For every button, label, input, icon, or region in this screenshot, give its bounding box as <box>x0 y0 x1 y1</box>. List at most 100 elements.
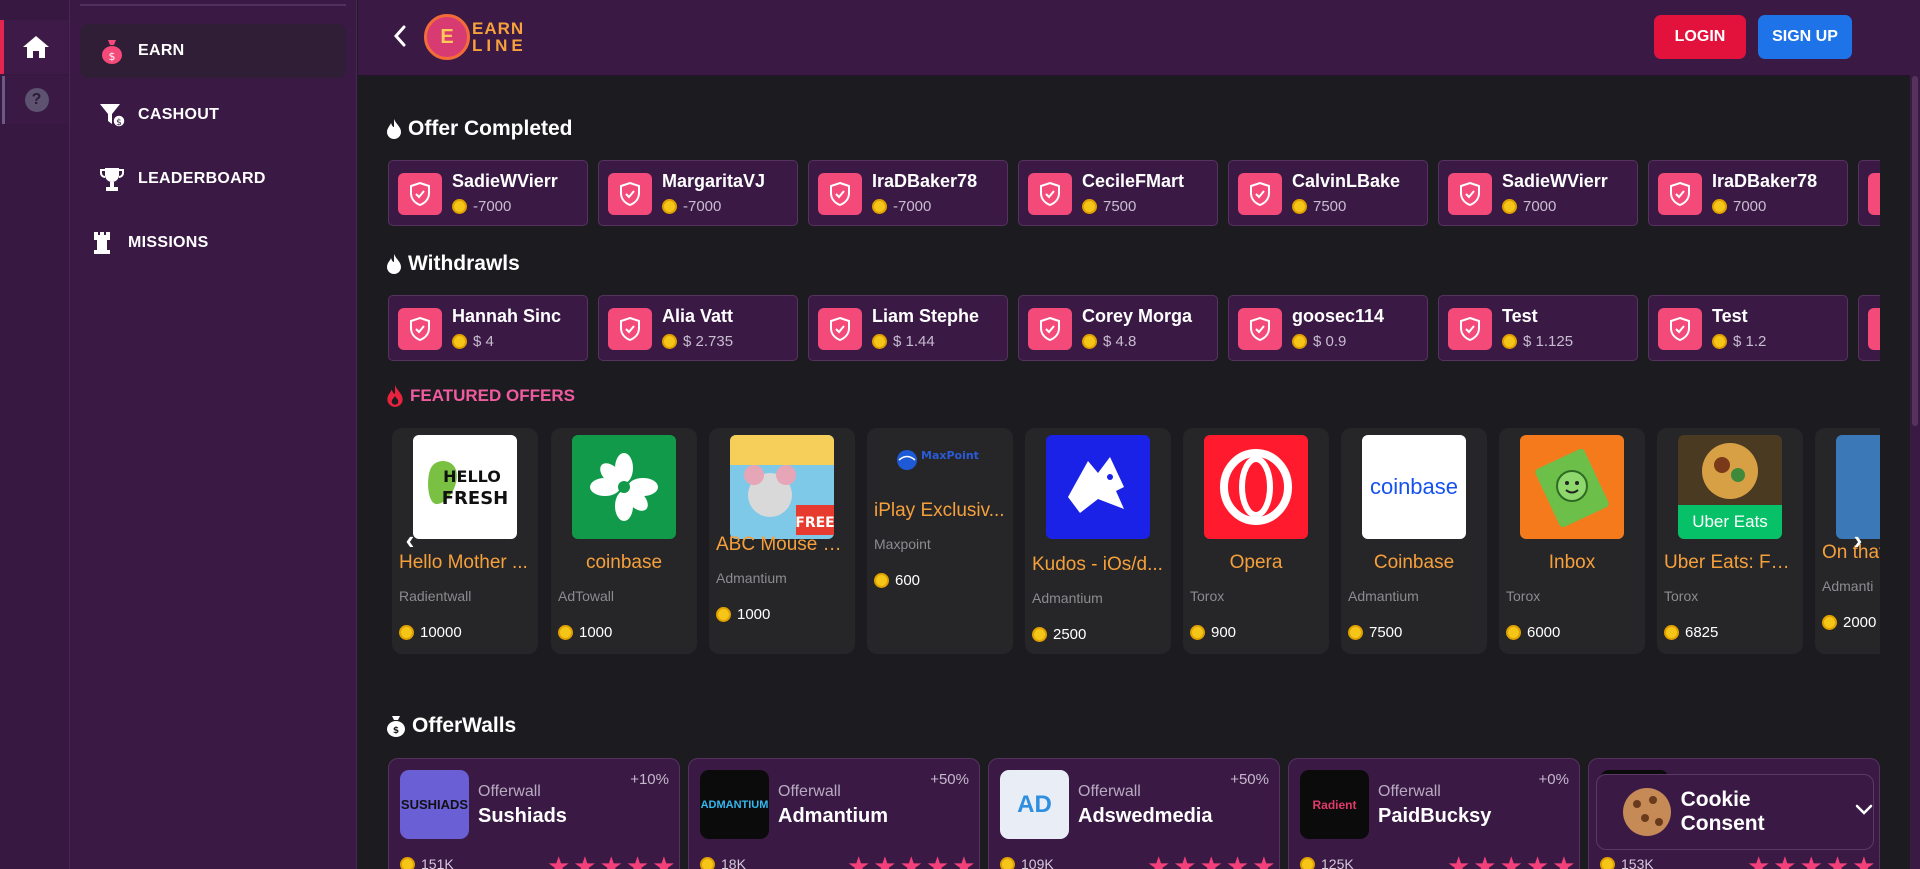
offer-card[interactable]: Opera Torox 900 <box>1183 428 1329 654</box>
offer-provider: Admantium <box>716 570 787 586</box>
offer-card[interactable]: coinbase AdTowall 1000 <box>551 428 697 654</box>
money-bag-icon: $ <box>386 715 406 737</box>
offer-points-value: 2500 <box>1053 626 1087 643</box>
ticker-name: Corey Morga <box>1082 306 1193 326</box>
offerwall-bonus: +50% <box>1230 771 1269 788</box>
offer-provider: Torox <box>1506 588 1541 604</box>
coin-icon <box>1712 334 1727 349</box>
offer-card[interactable]: Uber Eats Uber Eats: Fo... Torox 6825 <box>1657 428 1803 654</box>
offer-card[interactable]: FREE ABC Mouse Fr... Admantium 1000 <box>709 428 855 654</box>
ticker-card: Test $ 1.2 <box>1648 295 1848 361</box>
signup-button[interactable]: SIGN UP <box>1758 15 1852 59</box>
section-title: Offer Completed <box>408 117 573 140</box>
sidebar-item-label: EARN <box>138 42 185 59</box>
ticker-name: SadieWVierr <box>1502 171 1608 191</box>
offer-image: coinbase <box>1362 435 1466 539</box>
help-button[interactable]: ? <box>2 76 68 124</box>
back-button[interactable] <box>386 22 414 50</box>
chevron-down-icon[interactable] <box>1855 803 1873 821</box>
section-title: Withdrawls <box>408 252 520 275</box>
sidebar-item-label: LEADERBOARD <box>138 170 266 187</box>
offer-image: FREE <box>730 435 834 539</box>
ticker-amount: 7500 <box>1292 198 1346 215</box>
ticker-amount-value: -7000 <box>893 198 932 215</box>
offer-card[interactable]: MaxPoint iPlay Exclusiv... Maxpoint 600 <box>867 428 1013 654</box>
offer-points-value: 7500 <box>1369 624 1403 641</box>
offerwall-card[interactable]: SUSHIADS Offerwall Sushiads +10% ★★★★★ 1… <box>388 758 680 869</box>
home-button[interactable] <box>0 20 68 74</box>
offerwall-card[interactable]: AD Offerwall Adswedmedia +50% ★★★★★ 109K <box>988 758 1280 869</box>
login-button[interactable]: LOGIN <box>1654 15 1746 59</box>
ticker-amount-value: $ 4.8 <box>1103 333 1137 350</box>
ticker-amount-value: 7500 <box>1313 198 1347 215</box>
shield-icon <box>1448 308 1492 350</box>
carousel-next-button[interactable]: › <box>1846 525 1870 555</box>
ticker-name: IraDBaker78 <box>1712 171 1818 191</box>
ticker-name: CecileFMart <box>1082 171 1185 191</box>
svg-text:MaxPoint: MaxPoint <box>921 449 979 462</box>
rating-stars: ★★★★★ <box>847 851 979 869</box>
sidebar-item-missions[interactable]: MISSIONS <box>80 216 346 270</box>
cookie-consent-banner[interactable]: Cookie Consent <box>1596 774 1874 850</box>
ticker-amount-value: 7000 <box>1733 198 1767 215</box>
ticker-card: CecileFMart 7500 <box>1018 160 1218 226</box>
ticker-name: Test <box>1712 306 1748 326</box>
sidebar-item-cashout[interactable]: $ CASHOUT <box>80 88 346 142</box>
offerwall-users-value: 153K <box>1621 856 1654 869</box>
featured-offers-heading: FEATURED OFFERS <box>386 384 575 408</box>
offer-points: 1000 <box>716 606 770 623</box>
ticker-name: SadieWVierr <box>452 171 558 191</box>
carousel-prev-button[interactable]: ‹ <box>398 525 422 555</box>
sidebar-item-label: MISSIONS <box>128 234 209 251</box>
page-scrollbar[interactable] <box>1910 0 1920 869</box>
offer-points: 2500 <box>1032 626 1086 643</box>
shield-icon <box>1028 308 1072 350</box>
shield-icon <box>1238 173 1282 215</box>
sidebar-item-earn[interactable]: $ EARN <box>80 24 346 78</box>
ticker-amount-value: 7500 <box>1103 198 1137 215</box>
offer-card[interactable]: Inbox Torox 6000 <box>1499 428 1645 654</box>
coin-icon <box>662 199 677 214</box>
offerwall-users-value: 151K <box>421 856 454 869</box>
offer-title: Coinbase <box>1373 552 1455 573</box>
ticker-amount: $ 4.8 <box>1082 333 1136 350</box>
logo[interactable]: E EARN LINE <box>424 14 527 60</box>
offer-card[interactable]: Kudos - iOs/d... Admantium 2500 <box>1025 428 1171 654</box>
offerwall-name: Sushiads <box>478 805 567 827</box>
sidebar: $ EARN $ CASHOUT LEADERBOARD MISSIONS <box>70 0 357 869</box>
ticker-amount-value: $ 4 <box>473 333 494 350</box>
offer-title: Opera <box>1229 552 1283 573</box>
offer-provider: AdTowall <box>558 588 615 604</box>
offerwall-card[interactable]: ADMANTIUM Offerwall Admantium +50% ★★★★★… <box>688 758 980 869</box>
offer-image <box>1836 435 1880 539</box>
offer-image <box>1520 435 1624 539</box>
logo-line1: EARN <box>472 19 525 38</box>
cashout-icon: $ <box>92 101 132 129</box>
offer-points-value: 1000 <box>737 606 771 623</box>
sidebar-item-leaderboard[interactable]: LEADERBOARD <box>80 152 346 206</box>
svg-text:$: $ <box>393 726 399 736</box>
section-title: FEATURED OFFERS <box>410 386 575 405</box>
ticker-card: SadieWVierr 7000 <box>1438 160 1638 226</box>
offer-card[interactable]: coinbase Coinbase Admantium 7500 <box>1341 428 1487 654</box>
shield-icon <box>1028 173 1072 215</box>
shield-icon <box>608 173 652 215</box>
offer-provider: Admantium <box>1032 590 1103 606</box>
offer-title: coinbase <box>585 552 663 573</box>
coin-icon <box>1506 625 1521 640</box>
shield-icon <box>1658 308 1702 350</box>
shield-icon <box>398 173 442 215</box>
coin-icon <box>872 334 887 349</box>
offerwall-bonus: +50% <box>930 771 969 788</box>
ticker-amount: $ 4 <box>452 333 494 350</box>
chevron-left-icon <box>393 25 406 47</box>
icon-rail: ? <box>0 0 70 869</box>
ticker-card: IraDBaker78 -7000 <box>808 160 1008 226</box>
offerwall-bonus: +10% <box>630 771 669 788</box>
section-title: OfferWalls <box>412 714 517 737</box>
ticker-name: Hannah Sinc <box>452 306 562 326</box>
offerwall-card[interactable]: Radient Offerwall PaidBucksy +0% ★★★★★ 1… <box>1288 758 1580 869</box>
scrollbar-thumb[interactable] <box>1912 76 1918 426</box>
coin-icon <box>400 856 415 869</box>
shield-icon <box>1238 308 1282 350</box>
